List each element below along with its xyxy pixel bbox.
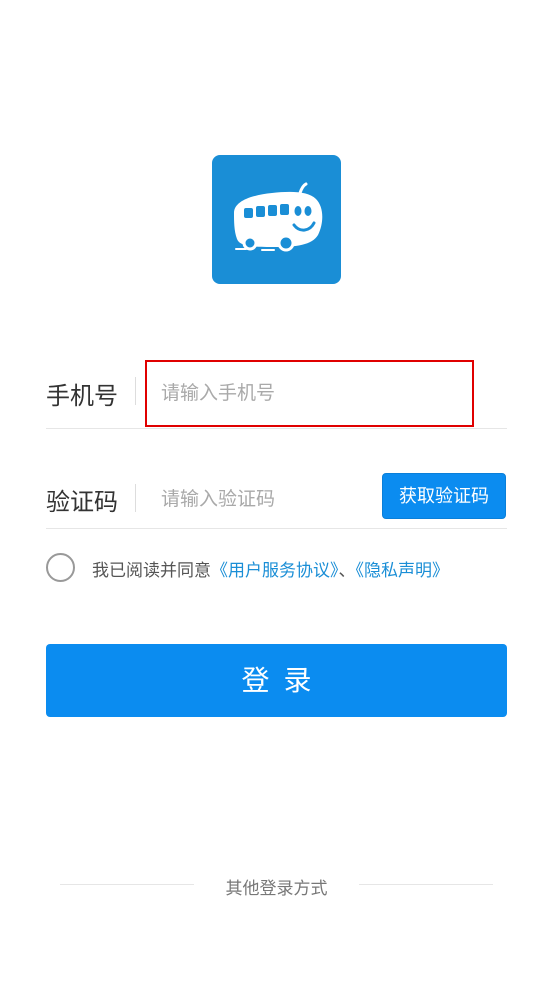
agreement-separator: 、 xyxy=(338,561,356,581)
code-input[interactable] xyxy=(161,483,371,515)
other-login-divider-right xyxy=(359,884,493,885)
phone-label: 手机号 xyxy=(46,382,118,410)
privacy-link[interactable]: 《隐私声明》 xyxy=(356,561,450,581)
code-divider xyxy=(135,484,136,512)
login-page: 手机号 验证码 获取验证码 我已阅读并同意《用户服务协议》、《隐私声明》 登录 … xyxy=(0,0,553,984)
app-logo xyxy=(212,155,341,284)
bus-icon xyxy=(234,182,323,252)
code-row: 验证码 获取验证码 xyxy=(46,466,507,529)
agreement-text: 我已阅读并同意《用户服务协议》、《隐私声明》 xyxy=(92,556,449,581)
terms-link[interactable]: 《用户服务协议》 xyxy=(211,561,339,581)
phone-row: 手机号 xyxy=(46,360,507,429)
agreement-checkbox[interactable] xyxy=(46,553,75,582)
other-login-section: 其他登录方式 xyxy=(60,873,493,899)
phone-input[interactable] xyxy=(161,377,461,409)
other-login-label[interactable]: 其他登录方式 xyxy=(60,874,493,899)
get-code-button[interactable]: 获取验证码 xyxy=(382,473,506,519)
agreement-row: 我已阅读并同意《用户服务协议》、《隐私声明》 xyxy=(46,552,516,584)
code-label: 验证码 xyxy=(46,488,118,516)
agreement-prefix: 我已阅读并同意 xyxy=(92,561,211,581)
login-button[interactable]: 登录 xyxy=(46,644,507,717)
phone-divider xyxy=(135,377,136,405)
